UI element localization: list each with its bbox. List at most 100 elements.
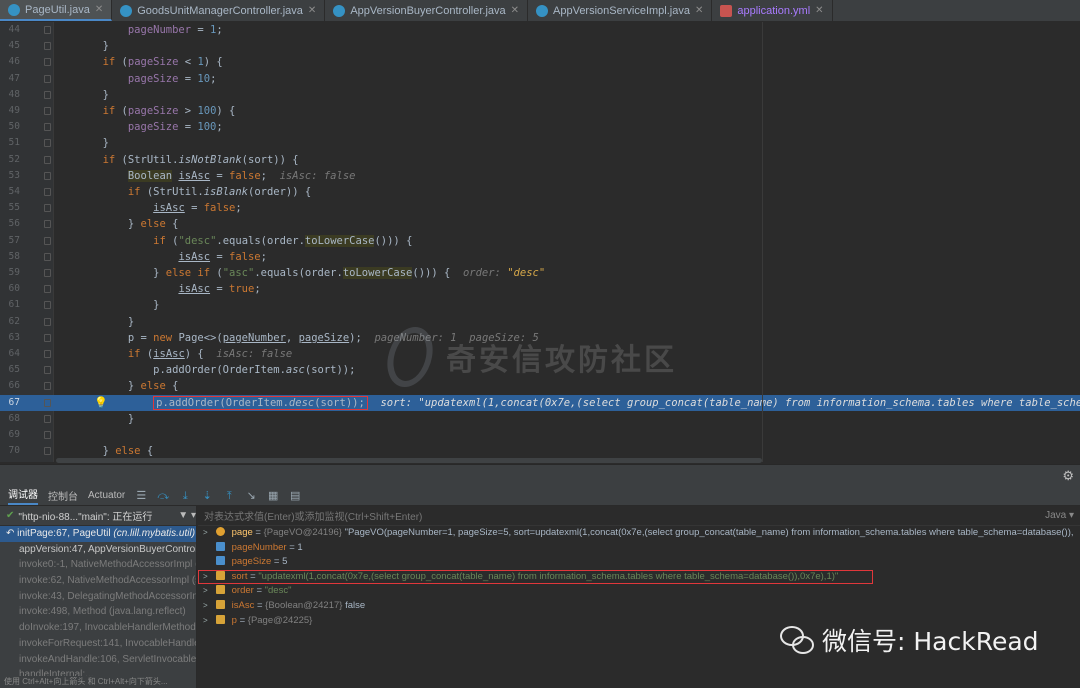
tab-label: GoodsUnitManagerController.java: [137, 4, 303, 17]
code-line: 53 Boolean isAsc = false; isAsc: false: [8, 169, 356, 182]
highlighted-statement: p.addOrder(OrderItem.desc(sort));: [153, 395, 368, 410]
code-line: 49 if (pageSize > 100) {: [8, 105, 236, 117]
stack-frame[interactable]: appVersion:47, AppVersionBuyerControlle: [0, 542, 196, 558]
layout-icon[interactable]: ▤: [289, 490, 301, 502]
check-icon: ✔: [6, 510, 15, 521]
expand-arrow-icon[interactable]: >: [203, 584, 208, 599]
code-line: 51 }: [8, 137, 109, 150]
code-line: 47 pageSize = 10;: [8, 72, 217, 85]
tab-goodsunitmanagercontroller[interactable]: GoodsUnitManagerController.java ✕: [112, 0, 326, 21]
debug-toolbar: 调试器 控制台 Actuator ☰ ⤼ ⤓ ⇣ ⤒ ↘ ▦ ▤: [0, 486, 1080, 506]
step-into-icon[interactable]: ⤓: [179, 490, 191, 502]
code-line: 64 if (isAsc) { isAsc: false: [8, 348, 293, 360]
frames-panel: ✔ "http-nio-88..."main": 正在运行 ▼ ▾ ↶ init…: [0, 506, 197, 688]
tab-label: AppVersionBuyerController.java: [350, 4, 506, 17]
horizontal-scrollbar[interactable]: [56, 458, 762, 463]
evaluate-expression-field[interactable]: 对表达式求值(Enter)或添加监视(Ctrl+Shift+Enter) Jav…: [198, 506, 1080, 526]
expand-arrow-icon[interactable]: >: [203, 526, 208, 541]
menu-icon[interactable]: ☰: [135, 490, 147, 502]
code-line: 65 p.addOrder(OrderItem.asc(sort));: [8, 364, 356, 377]
parameter-icon: [216, 527, 225, 536]
code-line: 59 } else if ("asc".equals(order.toLower…: [8, 267, 546, 279]
variable-row[interactable]: pageNumber = 1: [198, 541, 1080, 556]
expand-arrow-icon[interactable]: >: [203, 599, 208, 614]
stack-frame[interactable]: invoke:498, Method (java.lang.reflect): [0, 604, 196, 620]
yaml-file-icon: [720, 4, 733, 17]
code-line: 45 }: [8, 40, 109, 53]
gear-icon[interactable]: ⚙: [1062, 468, 1074, 484]
tab-appversionserviceimpl[interactable]: AppVersionServiceImpl.java ✕: [528, 0, 713, 21]
tab-label: application.yml: [737, 4, 811, 17]
java-class-icon: [8, 3, 20, 16]
debug-panel-header: ⚙: [0, 464, 1080, 486]
variable-row[interactable]: > order = "desc": [198, 584, 1080, 599]
execution-line: 67 p.addOrder(OrderItem.desc(sort)); sor…: [0, 394, 1080, 411]
code-line: 61 }: [8, 299, 160, 312]
local-variable-icon: [216, 570, 225, 580]
close-icon[interactable]: ✕: [695, 5, 703, 16]
variable-row[interactable]: pageSize = 5: [198, 555, 1080, 570]
java-class-icon: [536, 4, 549, 17]
status-hint: 使用 Ctrl+Alt+向上箭头 和 Ctrl+Alt+向下箭头...: [0, 676, 196, 688]
close-icon[interactable]: ✕: [308, 5, 316, 16]
java-class-icon: [120, 4, 133, 17]
lightbulb-icon[interactable]: 💡: [94, 396, 108, 409]
code-line: 50 pageSize = 100;: [8, 121, 223, 134]
editor-tab-bar: PageUtil.java ✕ GoodsUnitManagerControll…: [0, 0, 1080, 22]
field-icon: [216, 541, 225, 551]
close-icon[interactable]: ✕: [815, 5, 823, 16]
code-line: 60 isAsc = true;: [8, 283, 261, 296]
code-line: 68 }: [8, 412, 135, 425]
step-out-icon[interactable]: ⤒: [223, 490, 235, 502]
code-line: 63 p = new Page<>(pageNumber, pageSize);…: [8, 331, 539, 344]
code-line: 54 if (StrUtil.isBlank(order)) {: [8, 186, 312, 198]
stack-frame[interactable]: doInvoke:197, InvocableHandlerMethod: [0, 620, 196, 636]
force-step-into-icon[interactable]: ⇣: [201, 490, 213, 502]
stack-frame[interactable]: ↶ initPage:67, PageUtil (cn.lill.mybatis…: [0, 526, 196, 542]
filter-icon[interactable]: ▼ ▾: [178, 510, 196, 521]
stack-frame[interactable]: invoke:62, NativeMethodAccessorImpl (su: [0, 573, 196, 589]
local-variable-icon: [216, 585, 225, 595]
tab-actuator[interactable]: Actuator: [88, 490, 125, 501]
code-line: 44 pageNumber = 1;: [8, 24, 223, 36]
expand-arrow-icon[interactable]: >: [203, 570, 208, 585]
variables-panel: 对表达式求值(Enter)或添加监视(Ctrl+Shift+Enter) Jav…: [198, 506, 1080, 688]
local-variable-icon: [216, 599, 225, 609]
evaluate-icon[interactable]: ▦: [267, 490, 279, 502]
variable-row[interactable]: > page = {PageVO@24196} "PageVO(pageNumb…: [198, 526, 1080, 541]
tab-label: PageUtil.java: [25, 3, 90, 16]
code-line: 46 if (pageSize < 1) {: [8, 56, 223, 69]
code-line: 58 isAsc = false;: [8, 250, 267, 263]
tab-label: AppVersionServiceImpl.java: [553, 4, 690, 17]
code-line: 48 }: [8, 88, 109, 101]
code-line: 70 } else {: [8, 445, 154, 458]
code-editor[interactable]: 44 pageNumber = 1; 45 } 46 if (pageSize …: [0, 22, 1080, 462]
close-icon[interactable]: ✕: [511, 5, 519, 16]
variable-row[interactable]: > isAsc = {Boolean@24217} false: [198, 599, 1080, 614]
tab-pageutil[interactable]: PageUtil.java ✕: [0, 0, 113, 21]
right-margin-guide: [762, 22, 763, 462]
stack-frame[interactable]: invokeForRequest:141, InvocableHandlerM: [0, 636, 196, 652]
field-icon: [216, 556, 225, 566]
run-to-cursor-icon[interactable]: ↘: [245, 490, 257, 502]
wechat-icon: [780, 626, 814, 654]
code-line: 56 } else {: [8, 218, 179, 231]
tab-appversionbuyercontroller[interactable]: AppVersionBuyerController.java ✕: [325, 0, 529, 21]
stack-frame[interactable]: invoke0:-1, NativeMethodAccessorImpl (s: [0, 557, 196, 573]
tab-application-yml[interactable]: application.yml ✕: [712, 0, 833, 21]
step-over-icon[interactable]: ⤼: [157, 490, 169, 502]
close-icon[interactable]: ✕: [95, 4, 103, 15]
code-line: 55 isAsc = false;: [8, 202, 242, 215]
thread-selector[interactable]: ✔ "http-nio-88..."main": 正在运行 ▼ ▾: [0, 506, 196, 526]
stack-frame[interactable]: invoke:43, DelegatingMethodAccessorImp: [0, 589, 196, 605]
tab-debugger[interactable]: 调试器: [8, 486, 38, 505]
variable-row-sort[interactable]: > sort = "updatexml(1,concat(0x7e,(selec…: [198, 569, 873, 585]
wechat-watermark: 微信号: HackRead: [780, 622, 1039, 658]
expand-arrow-icon[interactable]: >: [203, 614, 208, 629]
tab-console[interactable]: 控制台: [48, 488, 78, 503]
code-line: 62 }: [8, 315, 135, 328]
stack-frame[interactable]: invokeAndHandle:106, ServletInvocableHa: [0, 652, 196, 668]
local-variable-icon: [216, 614, 225, 624]
code-line: 69: [0, 427, 1080, 443]
language-selector[interactable]: Java ▾: [1045, 510, 1074, 521]
